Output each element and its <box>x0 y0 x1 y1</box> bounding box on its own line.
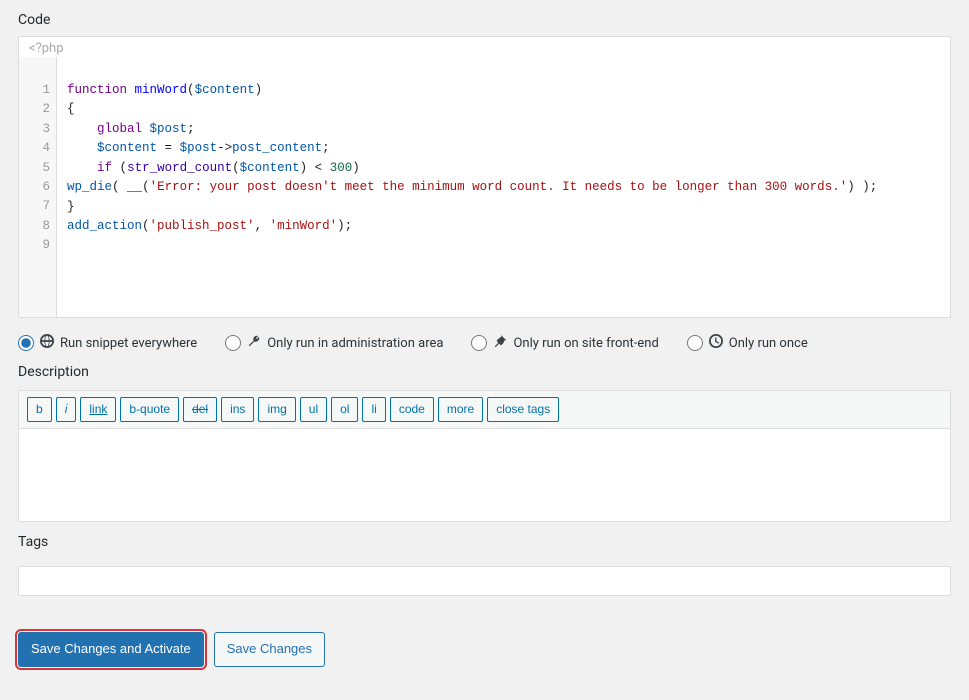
save-changes-button[interactable]: Save Changes <box>214 632 325 667</box>
run-option-label: Only run in administration area <box>267 336 443 351</box>
qt-li-button[interactable]: li <box>362 397 385 422</box>
run-option-2[interactable]: Only run on site front-end <box>471 334 658 352</box>
php-open-tag-placeholder: <?php <box>19 37 950 57</box>
qt-b-button[interactable]: b <box>27 397 52 422</box>
tags-input[interactable] <box>18 566 951 596</box>
run-option-radio[interactable] <box>225 335 241 351</box>
quicktags-toolbar: bilinkb-quotedelinsimgulollicodemoreclos… <box>19 391 950 429</box>
pin-icon <box>493 334 507 352</box>
section-title-code: Code <box>18 12 951 28</box>
run-option-radio[interactable] <box>18 335 34 351</box>
qt-more-button[interactable]: more <box>438 397 483 422</box>
description-editor: bilinkb-quotedelinsimgulollicodemoreclos… <box>18 390 951 522</box>
qt-link-button[interactable]: link <box>80 397 116 422</box>
description-textarea[interactable] <box>19 429 950 521</box>
section-title-tags: Tags <box>18 534 951 550</box>
qt-del-button[interactable]: del <box>183 397 217 422</box>
clock-icon <box>709 334 723 352</box>
qt-code-button[interactable]: code <box>390 397 434 422</box>
qt-close-tags-button[interactable]: close tags <box>487 397 559 422</box>
section-title-description: Description <box>18 364 951 380</box>
run-option-1[interactable]: Only run in administration area <box>225 334 443 352</box>
qt-b-quote-button[interactable]: b-quote <box>120 397 179 422</box>
wrench-icon <box>247 334 261 352</box>
line-number-gutter: 123456789 <box>19 57 57 317</box>
qt-img-button[interactable]: img <box>258 397 295 422</box>
qt-i-button[interactable]: i <box>56 397 77 422</box>
run-option-radio[interactable] <box>471 335 487 351</box>
globe-icon <box>40 334 54 352</box>
code-content[interactable]: function minWord($content){ global $post… <box>57 57 950 317</box>
run-option-3[interactable]: Only run once <box>687 334 808 352</box>
qt-ol-button[interactable]: ol <box>331 397 358 422</box>
run-option-label: Only run once <box>729 336 808 351</box>
run-option-0[interactable]: Run snippet everywhere <box>18 334 197 352</box>
qt-ul-button[interactable]: ul <box>300 397 327 422</box>
run-option-label: Only run on site front-end <box>513 336 658 351</box>
form-actions: Save Changes and Activate Save Changes <box>18 632 951 667</box>
run-option-radio[interactable] <box>687 335 703 351</box>
save-and-activate-button[interactable]: Save Changes and Activate <box>18 632 204 667</box>
run-option-label: Run snippet everywhere <box>60 336 197 351</box>
qt-ins-button[interactable]: ins <box>221 397 254 422</box>
run-scope-options: Run snippet everywhere Only run in admini… <box>18 334 951 352</box>
code-editor[interactable]: <?php 123456789 function minWord($conten… <box>18 36 951 318</box>
